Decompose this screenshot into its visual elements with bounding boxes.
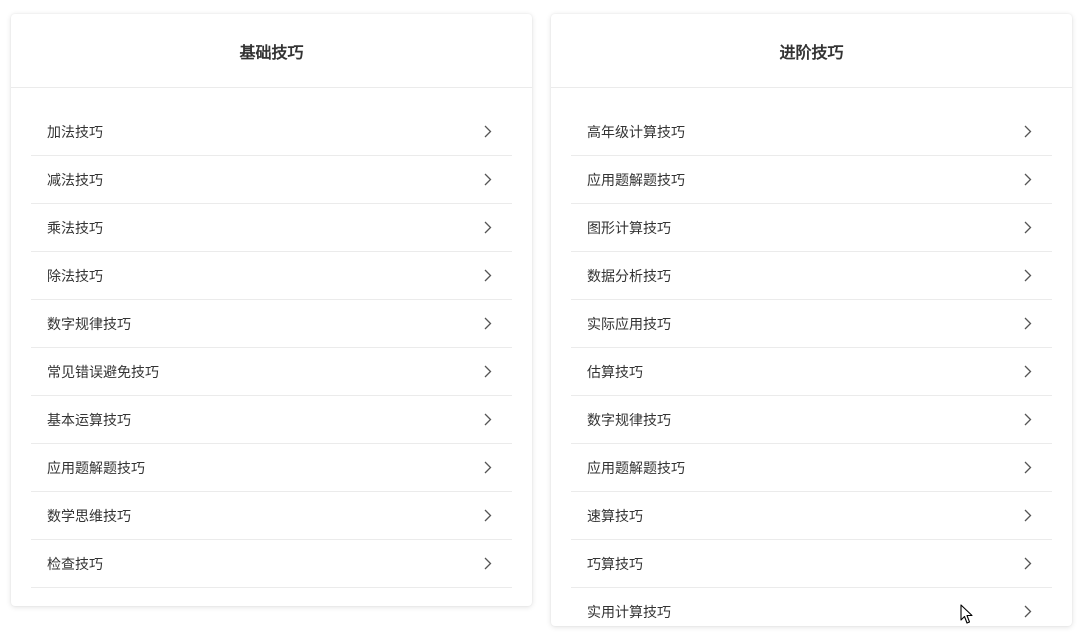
chevron-right-icon — [1022, 221, 1034, 235]
chevron-right-icon — [482, 365, 494, 379]
chevron-right-icon — [482, 461, 494, 475]
list-item[interactable]: 基本运算技巧 — [31, 396, 512, 444]
list-item[interactable]: 应用题解题技巧 — [571, 444, 1052, 492]
list-item-label: 巧算技巧 — [587, 556, 643, 573]
list-item-label: 检查技巧 — [47, 556, 103, 573]
chevron-right-icon — [482, 557, 494, 571]
list-item-label: 实用计算技巧 — [587, 604, 671, 621]
basic-tips-panel: 基础技巧 加法技巧 减法技巧 乘法技巧 除法技巧 数字规律技巧 常见错误避免技巧… — [11, 14, 532, 606]
list-item-label: 加法技巧 — [47, 124, 103, 141]
list-item-label: 应用题解题技巧 — [587, 172, 685, 189]
advanced-tips-panel: 进阶技巧 高年级计算技巧 应用题解题技巧 图形计算技巧 数据分析技巧 实际应用技… — [551, 14, 1072, 626]
list-item-label: 数据分析技巧 — [587, 268, 671, 285]
list-item[interactable]: 数字规律技巧 — [31, 300, 512, 348]
mouse-pointer-icon — [960, 604, 974, 625]
advanced-tips-list[interactable]: 高年级计算技巧 应用题解题技巧 图形计算技巧 数据分析技巧 实际应用技巧 估算技… — [551, 88, 1072, 625]
chevron-right-icon — [482, 221, 494, 235]
list-item-label: 减法技巧 — [47, 172, 103, 189]
list-item[interactable]: 估算技巧 — [571, 348, 1052, 396]
list-item[interactable]: 实际应用技巧 — [571, 300, 1052, 348]
list-item[interactable]: 数学思维技巧 — [31, 492, 512, 540]
chevron-right-icon — [482, 125, 494, 139]
list-item[interactable]: 图形计算技巧 — [571, 204, 1052, 252]
chevron-right-icon — [482, 173, 494, 187]
chevron-right-icon — [1022, 605, 1034, 619]
list-item-label: 数学思维技巧 — [47, 508, 131, 525]
list-item[interactable]: 数字规律技巧 — [571, 396, 1052, 444]
list-item[interactable]: 乘法技巧 — [31, 204, 512, 252]
chevron-right-icon — [482, 269, 494, 283]
list-item-label: 数字规律技巧 — [47, 316, 131, 333]
chevron-right-icon — [1022, 173, 1034, 187]
list-item-label: 数字规律技巧 — [587, 412, 671, 429]
list-item-label: 高年级计算技巧 — [587, 124, 685, 141]
list-item-label: 速算技巧 — [587, 508, 643, 525]
basic-tips-list: 加法技巧 减法技巧 乘法技巧 除法技巧 数字规律技巧 常见错误避免技巧 基本运算… — [11, 88, 532, 588]
chevron-right-icon — [1022, 557, 1034, 571]
list-item-label: 常见错误避免技巧 — [47, 364, 159, 381]
chevron-right-icon — [482, 509, 494, 523]
chevron-right-icon — [1022, 125, 1034, 139]
list-item-label: 估算技巧 — [587, 364, 643, 381]
list-item[interactable]: 高年级计算技巧 — [571, 108, 1052, 156]
list-item[interactable]: 除法技巧 — [31, 252, 512, 300]
chevron-right-icon — [1022, 365, 1034, 379]
list-item[interactable]: 巧算技巧 — [571, 540, 1052, 588]
basic-tips-title: 基础技巧 — [11, 14, 532, 88]
list-item[interactable]: 应用题解题技巧 — [571, 156, 1052, 204]
list-item-label: 图形计算技巧 — [587, 220, 671, 237]
chevron-right-icon — [1022, 461, 1034, 475]
advanced-tips-title: 进阶技巧 — [551, 14, 1072, 88]
list-item[interactable]: 加法技巧 — [31, 108, 512, 156]
list-item[interactable]: 常见错误避免技巧 — [31, 348, 512, 396]
list-item-label: 应用题解题技巧 — [587, 460, 685, 477]
list-item-label: 乘法技巧 — [47, 220, 103, 237]
list-item-label: 应用题解题技巧 — [47, 460, 145, 477]
list-item-label: 实际应用技巧 — [587, 316, 671, 333]
list-item[interactable]: 实用计算技巧 — [571, 588, 1052, 625]
chevron-right-icon — [1022, 317, 1034, 331]
chevron-right-icon — [1022, 413, 1034, 427]
list-item[interactable]: 减法技巧 — [31, 156, 512, 204]
list-item-label: 除法技巧 — [47, 268, 103, 285]
chevron-right-icon — [1022, 269, 1034, 283]
chevron-right-icon — [482, 413, 494, 427]
list-item-label: 基本运算技巧 — [47, 412, 131, 429]
list-item[interactable]: 速算技巧 — [571, 492, 1052, 540]
list-item[interactable]: 数据分析技巧 — [571, 252, 1052, 300]
chevron-right-icon — [1022, 509, 1034, 523]
list-item[interactable]: 应用题解题技巧 — [31, 444, 512, 492]
list-item[interactable]: 检查技巧 — [31, 540, 512, 588]
chevron-right-icon — [482, 317, 494, 331]
